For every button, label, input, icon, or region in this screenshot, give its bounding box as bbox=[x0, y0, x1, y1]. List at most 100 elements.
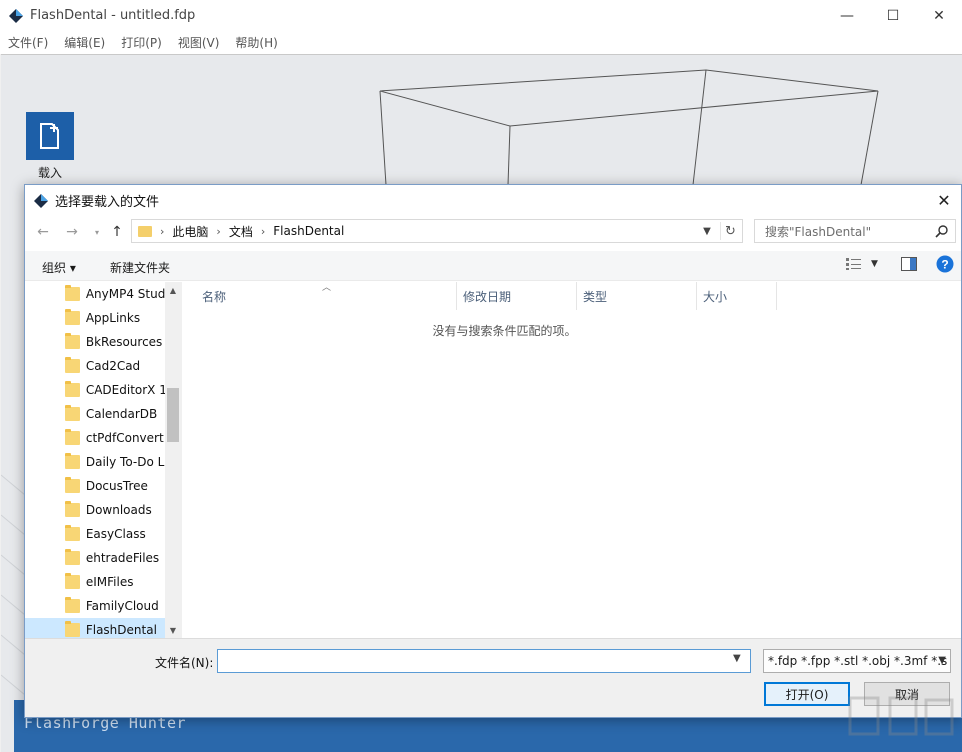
search-placeholder: 搜索"FlashDental" bbox=[765, 224, 872, 239]
folder-icon bbox=[65, 477, 80, 493]
filename-label: 文件名(N): bbox=[155, 656, 214, 670]
folder-icon bbox=[65, 525, 80, 541]
navigation-bar: ← → ▾ ↑ › 此电脑 › 文档 › FlashDental ▼ ↻ 搜索"… bbox=[25, 219, 961, 245]
breadcrumb-documents[interactable]: 文档 bbox=[229, 223, 253, 240]
folder-tree-scrollbar[interactable]: ▲ ▼ bbox=[165, 282, 181, 638]
refresh-icon[interactable]: ↻ bbox=[720, 222, 740, 240]
back-arrow-icon[interactable]: ← bbox=[33, 222, 53, 242]
folder-icon bbox=[65, 405, 80, 421]
breadcrumb-flashdental[interactable]: FlashDental bbox=[273, 224, 344, 238]
view-options-button[interactable]: ▼ bbox=[845, 257, 878, 271]
load-button[interactable]: 载入 bbox=[25, 112, 75, 181]
column-header-name[interactable]: 名称 ︿ bbox=[182, 282, 457, 310]
tree-item[interactable]: DocusTree bbox=[25, 474, 165, 498]
column-header-date[interactable]: 修改日期 bbox=[457, 282, 577, 310]
search-input[interactable]: 搜索"FlashDental" bbox=[754, 219, 956, 243]
tree-item[interactable]: ctPdfConvert bbox=[25, 426, 165, 450]
breadcrumb-this-pc[interactable]: 此电脑 bbox=[172, 223, 208, 240]
filename-input[interactable] bbox=[217, 649, 751, 673]
column-header-type[interactable]: 类型 bbox=[577, 282, 697, 310]
folder-icon bbox=[65, 429, 80, 445]
new-folder-button[interactable]: 新建文件夹 bbox=[110, 259, 170, 276]
menubar: 文件(F) 编辑(E) 打印(P) 视图(V) 帮助(H) bbox=[0, 31, 962, 54]
tree-item[interactable]: FamilyCloud bbox=[25, 594, 165, 618]
empty-message: 没有与搜索条件匹配的项。 bbox=[432, 324, 577, 338]
chevron-right-icon[interactable]: › bbox=[160, 225, 164, 238]
folder-icon bbox=[65, 357, 80, 373]
menu-view[interactable]: 视图(V) bbox=[178, 34, 220, 51]
column-header-size[interactable]: 大小 bbox=[697, 282, 777, 310]
folder-icon bbox=[65, 309, 80, 325]
help-icon: ? bbox=[936, 255, 954, 273]
menu-print[interactable]: 打印(P) bbox=[121, 34, 162, 51]
tree-item-selected[interactable]: FlashDental bbox=[25, 618, 165, 638]
maximize-icon[interactable]: ☐ bbox=[870, 0, 916, 31]
folder-icon bbox=[65, 573, 80, 589]
sort-up-icon: ︿ bbox=[322, 283, 332, 293]
up-arrow-icon[interactable]: ↑ bbox=[107, 222, 127, 242]
folder-icon bbox=[65, 381, 80, 397]
load-tile bbox=[26, 112, 74, 160]
chevron-down-icon: ▼ bbox=[938, 655, 946, 666]
folder-icon bbox=[65, 549, 80, 565]
chevron-right-icon[interactable]: › bbox=[261, 225, 265, 238]
menu-help[interactable]: 帮助(H) bbox=[235, 34, 277, 51]
tree-item[interactable]: AppLinks bbox=[25, 306, 165, 330]
dialog-footer: 文件名(N): ▼ *.fdp *.fpp *.stl *.obj *.3mf … bbox=[25, 638, 961, 717]
load-label: 载入 bbox=[37, 166, 62, 180]
organize-button[interactable]: 组织 ▾ bbox=[42, 259, 76, 276]
folder-icon bbox=[65, 501, 80, 517]
preview-pane-button[interactable] bbox=[901, 257, 917, 271]
forward-arrow-icon[interactable]: → bbox=[62, 222, 82, 242]
tree-item[interactable]: eIMFiles bbox=[25, 570, 165, 594]
filetype-select[interactable]: *.fdp *.fpp *.stl *.obj *.3mf *.s ▼ bbox=[763, 649, 951, 673]
dialog-toolbar: 组织 ▾ 新建文件夹 ▼ ? bbox=[25, 251, 961, 281]
tree-item[interactable]: CADEditorX 1 bbox=[25, 378, 165, 402]
svg-text:?: ? bbox=[941, 258, 948, 272]
dialog-titlebar: 选择要载入的文件 ✕ bbox=[25, 185, 961, 216]
help-button[interactable]: ? bbox=[936, 255, 954, 273]
folder-icon bbox=[138, 225, 152, 237]
chevron-right-icon[interactable]: › bbox=[216, 225, 220, 238]
dialog-logo-icon bbox=[34, 193, 48, 208]
minimize-icon[interactable]: — bbox=[824, 0, 870, 31]
tree-item[interactable]: Downloads bbox=[25, 498, 165, 522]
scroll-up-icon[interactable]: ▲ bbox=[165, 282, 181, 298]
folder-icon bbox=[65, 597, 80, 613]
open-file-dialog: 选择要载入的文件 ✕ ← → ▾ ↑ › 此电脑 › 文档 › FlashDen… bbox=[24, 184, 962, 718]
scroll-down-icon[interactable]: ▼ bbox=[165, 622, 181, 638]
app-logo-icon bbox=[9, 8, 23, 23]
address-dropdown-icon[interactable]: ▼ bbox=[698, 222, 716, 240]
watermark-logo-icon bbox=[848, 696, 954, 736]
tree-item[interactable]: BkResources bbox=[25, 330, 165, 354]
filename-dropdown-icon[interactable]: ▼ bbox=[733, 653, 741, 664]
file-list[interactable]: 名称 ︿ 修改日期 类型 大小 没有与搜索条件匹配的项。 bbox=[181, 282, 961, 638]
app-titlebar: FlashDental - untitled.fdp — ☐ ✕ bbox=[0, 0, 962, 31]
details-view-icon bbox=[846, 258, 861, 270]
recent-locations-chevron-icon[interactable]: ▾ bbox=[87, 222, 107, 242]
app-title: FlashDental - untitled.fdp bbox=[30, 8, 196, 23]
preview-pane-icon bbox=[901, 257, 917, 271]
tree-item[interactable]: Daily To-Do L bbox=[25, 450, 165, 474]
filetype-value: *.fdp *.fpp *.stl *.obj *.3mf *.s bbox=[768, 654, 948, 668]
tree-item[interactable]: AnyMP4 Stud bbox=[25, 282, 165, 306]
new-file-icon bbox=[40, 123, 59, 149]
folder-tree: AnyMP4 Stud AppLinks BkResources Cad2Cad… bbox=[25, 282, 181, 638]
folder-icon bbox=[65, 453, 80, 469]
chevron-down-icon[interactable]: ▼ bbox=[871, 259, 878, 269]
folder-icon bbox=[65, 621, 80, 637]
menu-file[interactable]: 文件(F) bbox=[8, 34, 48, 51]
scrollbar-thumb[interactable] bbox=[167, 388, 179, 442]
tree-item[interactable]: ehtradeFiles bbox=[25, 546, 165, 570]
address-bar[interactable]: › 此电脑 › 文档 › FlashDental ▼ ↻ bbox=[131, 219, 743, 243]
close-icon[interactable]: ✕ bbox=[916, 0, 962, 31]
dialog-close-icon[interactable]: ✕ bbox=[927, 185, 961, 216]
folder-icon bbox=[65, 285, 80, 301]
folder-icon bbox=[65, 333, 80, 349]
tree-item[interactable]: EasyClass bbox=[25, 522, 165, 546]
menu-edit[interactable]: 编辑(E) bbox=[64, 34, 105, 51]
tree-item[interactable]: CalendarDB bbox=[25, 402, 165, 426]
dialog-title: 选择要载入的文件 bbox=[55, 195, 160, 210]
search-icon bbox=[935, 225, 948, 238]
tree-item[interactable]: Cad2Cad bbox=[25, 354, 165, 378]
